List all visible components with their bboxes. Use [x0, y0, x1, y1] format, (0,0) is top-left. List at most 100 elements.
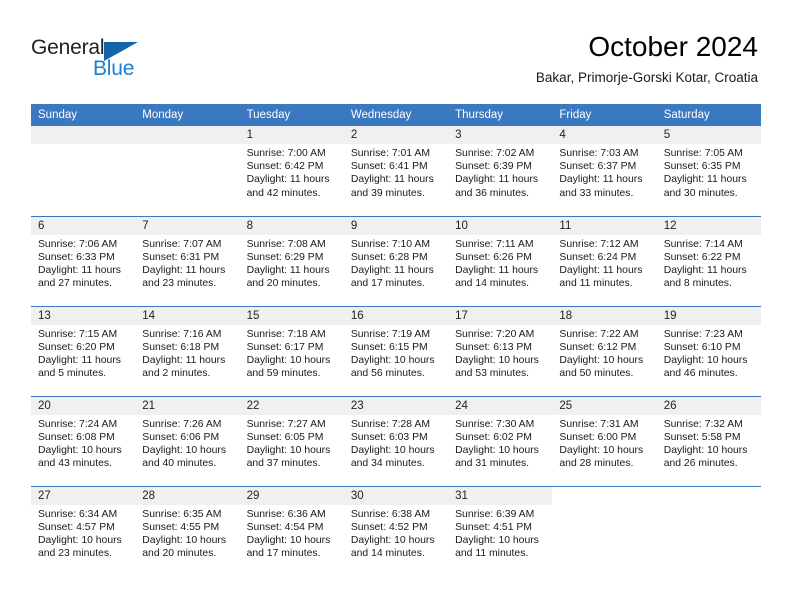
sunrise-text: Sunrise: 7:18 AM [246, 328, 326, 340]
sunrise-text: Sunrise: 6:38 AM [350, 508, 430, 520]
day-sun-info: Sunrise: 7:28 AM Sunset: 6:03 PM Daylight:… [344, 415, 448, 471]
calendar-day-cell[interactable]: 16 Sunrise: 7:19 AM Sunset: 6:15 PM Dayligh… [343, 305, 449, 396]
calendar-day-cell[interactable]: 27 Sunrise: 6:34 AM Sunset: 4:57 PM Dayligh… [31, 485, 136, 576]
daylight-text-line2: and 31 minutes. [455, 458, 530, 470]
sunrise-text: Sunrise: 7:00 AM [246, 148, 326, 159]
calendar-empty-cell [656, 485, 761, 576]
sunrise-text: Sunrise: 6:34 AM [38, 508, 118, 520]
calendar-day-cell[interactable]: 5 Sunrise: 7:05 AM Sunset: 6:35 PM Daylight… [656, 126, 761, 216]
day-number: 20 [31, 396, 136, 415]
day-number: 17 [448, 306, 553, 325]
day-number: 16 [343, 306, 449, 325]
daylight-text-line2: and 28 minutes. [559, 458, 634, 470]
weekday-header-thursday: Thursday [448, 104, 553, 126]
day-sun-info: Sunrise: 7:32 AM Sunset: 5:58 PM Daylight:… [657, 415, 761, 471]
calendar-day-cell[interactable]: 30 Sunrise: 6:38 AM Sunset: 4:52 PM Dayligh… [343, 485, 449, 576]
calendar-day-cell[interactable]: 8 Sunrise: 7:08 AM Sunset: 6:29 PM Daylight… [239, 215, 344, 306]
daylight-text-line1: Daylight: 10 hours [559, 444, 644, 456]
daylight-text-line2: and 30 minutes. [663, 187, 738, 199]
calendar-day-cell[interactable]: 24 Sunrise: 7:30 AM Sunset: 6:02 PM Dayligh… [448, 395, 553, 486]
day-sun-info: Sunrise: 7:23 AM Sunset: 6:10 PM Daylight:… [657, 325, 761, 381]
daylight-text-line1: Daylight: 11 hours [38, 354, 121, 366]
calendar-day-cell[interactable]: 6 Sunrise: 7:06 AM Sunset: 6:33 PM Daylight… [31, 215, 136, 306]
sunrise-text: Sunrise: 7:23 AM [663, 328, 743, 340]
daylight-text-line1: Daylight: 10 hours [246, 354, 331, 366]
day-number: 6 [31, 216, 136, 235]
daylight-text-line1: Daylight: 11 hours [142, 264, 226, 276]
day-number: 24 [448, 396, 553, 415]
day-sun-info: Sunrise: 7:14 AM Sunset: 6:22 PM Daylight:… [657, 235, 761, 291]
day-sun-info: Sunrise: 7:26 AM Sunset: 6:06 PM Daylight:… [135, 415, 239, 471]
calendar-day-cell[interactable]: 2 Sunrise: 7:01 AM Sunset: 6:41 PM Daylight… [343, 126, 449, 216]
sunset-text: Sunset: 6:37 PM [559, 161, 637, 173]
calendar-day-cell[interactable]: 7 Sunrise: 7:07 AM Sunset: 6:31 PM Daylight… [135, 215, 240, 306]
calendar-day-cell[interactable]: 3 Sunrise: 7:02 AM Sunset: 6:39 PM Daylight… [448, 126, 553, 216]
day-number: 13 [31, 306, 136, 325]
calendar-day-cell[interactable]: 11 Sunrise: 7:12 AM Sunset: 6:24 PM Dayligh… [552, 215, 657, 306]
day-number: 4 [552, 126, 657, 144]
daylight-text-line2: and 53 minutes. [455, 368, 530, 380]
day-number: 29 [239, 486, 344, 505]
sunset-text: Sunset: 6:22 PM [663, 251, 741, 263]
calendar-day-cell[interactable]: 15 Sunrise: 7:18 AM Sunset: 6:17 PM Dayligh… [239, 305, 344, 396]
daylight-text-line2: and 27 minutes. [38, 278, 112, 290]
calendar-day-cell[interactable]: 1 Sunrise: 7:00 AM Sunset: 6:42 PM Daylight… [239, 126, 344, 216]
daylight-text-line1: Daylight: 11 hours [246, 174, 330, 186]
sunset-text: Sunset: 4:51 PM [455, 521, 532, 533]
calendar-day-cell[interactable]: 18 Sunrise: 7:22 AM Sunset: 6:12 PM Dayligh… [552, 305, 657, 396]
calendar-day-cell[interactable]: 12 Sunrise: 7:14 AM Sunset: 6:22 PM Dayligh… [656, 215, 761, 306]
calendar-day-cell[interactable]: 20 Sunrise: 7:24 AM Sunset: 6:08 PM Dayligh… [31, 395, 136, 486]
day-sun-info: Sunrise: 7:08 AM Sunset: 6:29 PM Daylight:… [240, 235, 344, 291]
calendar-body: 1 Sunrise: 7:00 AM Sunset: 6:42 PM Daylight… [31, 126, 761, 576]
day-sun-info: Sunrise: 7:18 AM Sunset: 6:17 PM Daylight:… [240, 325, 344, 381]
calendar-day-cell[interactable]: 23 Sunrise: 7:28 AM Sunset: 6:03 PM Dayligh… [343, 395, 449, 486]
calendar-day-cell[interactable]: 19 Sunrise: 7:23 AM Sunset: 6:10 PM Dayligh… [656, 305, 761, 396]
day-sun-info: Sunrise: 7:01 AM Sunset: 6:41 PM Daylight:… [344, 144, 448, 200]
calendar-day-cell[interactable]: 22 Sunrise: 7:27 AM Sunset: 6:05 PM Dayligh… [239, 395, 344, 486]
calendar-header-row: Sunday Monday Tuesday Wednesday Thursday… [31, 104, 761, 126]
sunrise-text: Sunrise: 7:31 AM [559, 418, 639, 430]
day-sun-info: Sunrise: 7:12 AM Sunset: 6:24 PM Daylight:… [552, 235, 656, 291]
day-sun-info: Sunrise: 6:38 AM Sunset: 4:52 PM Daylight:… [344, 505, 448, 561]
sunrise-text: Sunrise: 7:28 AM [350, 418, 430, 430]
sunrise-text: Sunrise: 7:26 AM [142, 418, 222, 430]
calendar-day-cell[interactable]: 31 Sunrise: 6:39 AM Sunset: 4:51 PM Dayligh… [448, 485, 553, 576]
daylight-text-line2: and 59 minutes. [246, 368, 321, 380]
sunrise-sunset-calendar: Sunday Monday Tuesday Wednesday Thursday… [31, 104, 761, 576]
daylight-text-line1: Daylight: 10 hours [663, 444, 748, 456]
calendar-day-cell[interactable]: 26 Sunrise: 7:32 AM Sunset: 5:58 PM Dayligh… [656, 395, 761, 486]
day-sun-info: Sunrise: 7:10 AM Sunset: 6:28 PM Daylight:… [344, 235, 448, 291]
calendar-day-cell[interactable]: 21 Sunrise: 7:26 AM Sunset: 6:06 PM Dayligh… [135, 395, 240, 486]
sunset-text: Sunset: 6:24 PM [559, 251, 637, 263]
day-number: 10 [448, 216, 553, 235]
calendar-day-cell[interactable]: 28 Sunrise: 6:35 AM Sunset: 4:55 PM Dayligh… [135, 485, 240, 576]
calendar-day-cell[interactable]: 10 Sunrise: 7:11 AM Sunset: 6:26 PM Dayligh… [448, 215, 553, 306]
weekday-header-saturday: Saturday [656, 104, 761, 126]
general-blue-logo: General Blue [31, 36, 181, 84]
sunrise-text: Sunrise: 7:20 AM [455, 328, 535, 340]
sunset-text: Sunset: 6:39 PM [455, 161, 532, 173]
sunrise-text: Sunrise: 7:10 AM [350, 238, 430, 250]
sunrise-text: Sunrise: 6:39 AM [455, 508, 535, 520]
calendar-day-cell[interactable]: 14 Sunrise: 7:16 AM Sunset: 6:18 PM Dayligh… [135, 305, 240, 396]
sunset-text: Sunset: 4:57 PM [38, 521, 115, 533]
day-number: 1 [239, 126, 344, 144]
calendar-day-cell[interactable]: 13 Sunrise: 7:15 AM Sunset: 6:20 PM Dayligh… [31, 305, 136, 396]
day-sun-info: Sunrise: 7:11 AM Sunset: 6:26 PM Daylight:… [448, 235, 552, 291]
calendar-day-cell[interactable]: 29 Sunrise: 6:36 AM Sunset: 4:54 PM Dayligh… [239, 485, 344, 576]
sunrise-text: Sunrise: 7:02 AM [455, 148, 535, 159]
daylight-text-line2: and 23 minutes. [38, 548, 112, 560]
calendar-day-cell[interactable]: 9 Sunrise: 7:10 AM Sunset: 6:28 PM Daylight… [343, 215, 449, 306]
sunrise-text: Sunrise: 7:12 AM [559, 238, 639, 250]
daylight-text-line1: Daylight: 10 hours [246, 444, 331, 456]
calendar-day-cell[interactable]: 25 Sunrise: 7:31 AM Sunset: 6:00 PM Dayligh… [552, 395, 657, 486]
daylight-text-line2: and 56 minutes. [350, 368, 425, 380]
sunset-text: Sunset: 4:52 PM [350, 521, 428, 533]
calendar-day-cell[interactable]: 17 Sunrise: 7:20 AM Sunset: 6:13 PM Dayligh… [448, 305, 553, 396]
day-number: 2 [343, 126, 449, 144]
daylight-text-line1: Daylight: 10 hours [246, 534, 331, 546]
sunset-text: Sunset: 6:18 PM [142, 341, 220, 353]
calendar-day-cell[interactable]: 4 Sunrise: 7:03 AM Sunset: 6:37 PM Daylight… [552, 126, 657, 216]
daylight-text-line1: Daylight: 11 hours [559, 174, 643, 186]
day-number: 25 [552, 396, 657, 415]
